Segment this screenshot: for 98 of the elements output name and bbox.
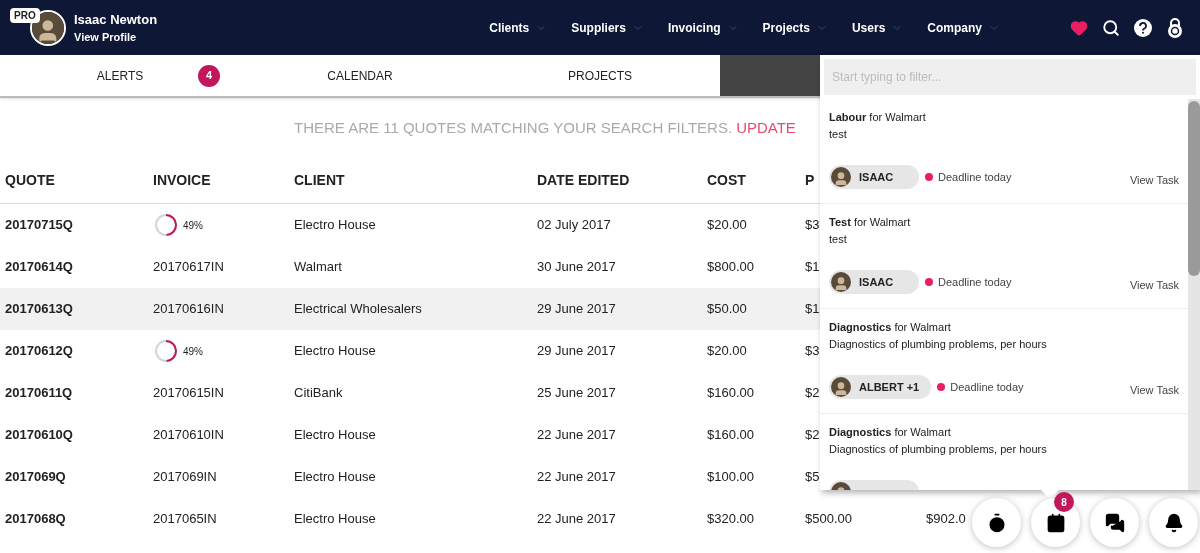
table-cell-text: 2017065IN: [153, 510, 217, 529]
table-cell-text: 25 June 2017: [537, 384, 616, 403]
view-task-link[interactable]: View Task: [1129, 381, 1179, 399]
table-cell-text: 20170616IN: [153, 300, 224, 319]
table-cell-text: Electro House: [294, 510, 376, 529]
table-cell-text: Electrical Wholesalers: [294, 300, 422, 319]
table-cell-text: $320.00: [707, 510, 754, 529]
task-description: test: [829, 231, 848, 247]
task-title: Labour for Walmart: [829, 110, 927, 125]
results-message: THERE ARE 11 QUOTES MATCHING YOUR SEARCH FILTERS.: [294, 117, 733, 138]
deadline-text: Deadline today: [938, 274, 1012, 290]
update-link[interactable]: UPDATE: [736, 116, 796, 140]
table-cell-text: 2017069IN: [153, 468, 217, 487]
table-cell-text: 20170715Q: [5, 216, 73, 235]
progress-ring: [153, 212, 179, 238]
table-cell-text: Electro House: [294, 468, 376, 487]
deadline-text: Deadline today: [950, 379, 1024, 395]
pro-badge: PRO: [10, 7, 40, 23]
tab[interactable]: ALERTS 4: [0, 55, 240, 96]
column-header: DATE EDITED: [537, 171, 630, 190]
table-cell-text: 2017069Q: [5, 468, 66, 487]
table-cell-text: Electro House: [294, 216, 376, 235]
table-cell-text: $5: [805, 468, 820, 487]
column-header: COST: [707, 171, 746, 190]
chat-icon: [1104, 512, 1125, 533]
view-task-link[interactable]: View Task: [1129, 171, 1179, 189]
tab[interactable]: CALENDAR: [240, 55, 480, 96]
table-cell-text: $902.0: [926, 510, 966, 529]
column-header: P: [805, 171, 815, 190]
table-cell-text: 20170612Q: [5, 342, 73, 361]
nav-menu[interactable]: Invoicing: [667, 18, 739, 37]
table-cell-text: $1: [805, 258, 820, 277]
table-cell-text: $20.00: [707, 342, 747, 361]
table-cell-text: 20170613Q: [5, 300, 73, 319]
avatar: [831, 272, 851, 292]
table-cell-text: $2: [805, 384, 820, 403]
table-cell-text: $2: [805, 426, 820, 445]
table-cell-text: CitiBank: [294, 384, 343, 403]
column-header: QUOTE: [5, 171, 55, 190]
lock-icon[interactable]: [1166, 16, 1184, 39]
search-icon[interactable]: [1102, 18, 1120, 37]
view-profile-link[interactable]: View Profile: [74, 29, 158, 46]
table-cell-text: 29 June 2017: [537, 342, 616, 361]
table-cell-text: 30 June 2017: [537, 258, 616, 277]
table-cell-text: $20.00: [707, 216, 747, 235]
progress-reading: 49%: [183, 344, 203, 359]
table-cell-text: $1: [805, 300, 820, 319]
table-cell-text: 02 July 2017: [537, 216, 611, 235]
table-cell-text: 20170615IN: [153, 384, 224, 403]
table-cell-text: 22 June 2017: [537, 468, 616, 487]
table-cell-text: 20170610Q: [5, 426, 73, 445]
heart-icon[interactable]: [1070, 18, 1088, 37]
task-description: Diagnostics of plumbing problems, per hours: [829, 441, 1048, 457]
table-cell-text: Walmart: [294, 258, 342, 277]
table-cell-text: $800.00: [707, 258, 754, 277]
table-cell-text: $3: [805, 342, 820, 361]
table-cell-text: 22 June 2017: [537, 510, 616, 529]
table-cell-text: $500.00: [805, 510, 852, 529]
assignee-chip[interactable]: ALBERT +1: [829, 375, 932, 399]
table-cell-text: $50.00: [707, 300, 747, 319]
user-name: Isaac Newton: [74, 10, 158, 29]
help-icon[interactable]: [1134, 18, 1152, 37]
table-cell-text: $100.00: [707, 468, 754, 487]
task-description: Diagnostics of plumbing problems, per hours: [829, 336, 1048, 352]
table-cell-text: $3: [805, 216, 820, 235]
avatar: [831, 167, 851, 187]
nav-menu[interactable]: Company: [927, 18, 1000, 37]
count-badge: 4: [198, 64, 220, 87]
table-cell-text: $160.00: [707, 384, 754, 403]
nav-menu[interactable]: Projects: [762, 18, 828, 37]
column-header: CLIENT: [294, 171, 345, 190]
scrollbar[interactable]: [1188, 99, 1200, 490]
nav-menu[interactable]: Users: [851, 18, 904, 37]
task-title: Diagnostics for Walmart: [829, 425, 952, 440]
progress-ring: [153, 338, 179, 364]
table-cell-text: 2017068Q: [5, 510, 66, 529]
nav-menu[interactable]: Suppliers: [571, 18, 644, 37]
deadline-text: Deadline today: [938, 169, 1012, 185]
bell-icon: [1163, 512, 1184, 533]
tab[interactable]: PROJECTS: [480, 55, 720, 96]
calendar-icon: [1045, 512, 1066, 533]
table-cell-text: 22 June 2017: [537, 426, 616, 445]
progress-reading: 49%: [183, 218, 203, 233]
table-cell-text: $160.00: [707, 426, 754, 445]
table-cell-text: 29 June 2017: [537, 300, 616, 319]
table-cell-text: Electro House: [294, 426, 376, 445]
task-title: Test for Walmart: [829, 215, 912, 230]
table-cell-text: Electro House: [294, 342, 376, 361]
column-header: INVOICE: [153, 171, 211, 190]
table-cell-text: 20170617IN: [153, 258, 224, 277]
assignee-chip[interactable]: ISAAC: [829, 165, 919, 189]
table-cell-text: 20170614Q: [5, 258, 73, 277]
table-cell-text: 20170610IN: [153, 426, 224, 445]
avatar: [831, 377, 851, 397]
task-description: test: [829, 126, 848, 142]
assignee-chip[interactable]: ISAAC: [829, 270, 919, 294]
nav-menu[interactable]: Clients: [489, 18, 548, 37]
table-cell-text: 20170611Q: [5, 384, 73, 403]
